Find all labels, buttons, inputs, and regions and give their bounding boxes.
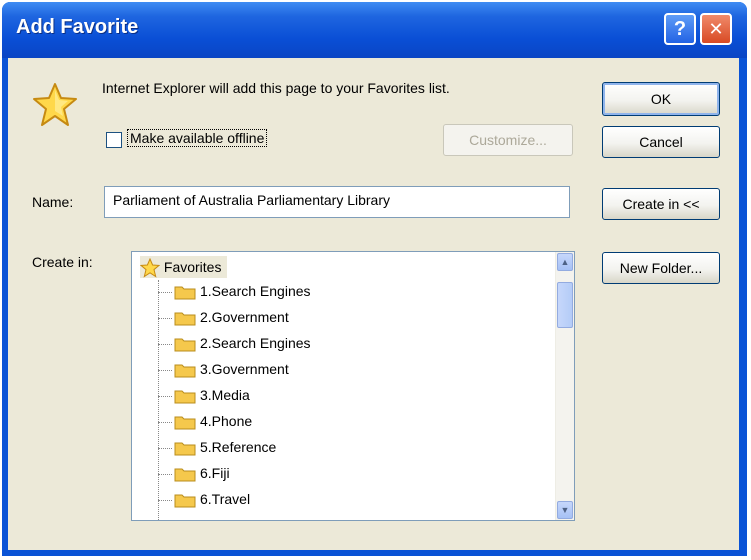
dialog-title: Add Favorite [16, 16, 139, 38]
folder-icon [174, 312, 196, 326]
scroll-up-icon[interactable]: ▲ [557, 253, 573, 271]
title-bar[interactable]: Add Favorite ? ✕ [2, 2, 747, 58]
new-folder-button[interactable]: New Folder... [602, 252, 720, 284]
tree-folder-label: 1.Search Engines [200, 283, 311, 299]
tree-scrollbar[interactable]: ▲ ▼ [555, 252, 574, 520]
tree-folder[interactable]: 2.Government [158, 304, 289, 330]
create-in-label: Create in: [32, 254, 93, 270]
tree-folder-label: 2.Search Engines [200, 335, 311, 351]
tree-folder-label: 6.Fiji [200, 465, 230, 481]
folder-icon [174, 364, 196, 378]
tree-folder[interactable]: 4.Phone [158, 408, 252, 434]
folder-icon [174, 338, 196, 352]
customize-button: Customize... [443, 124, 573, 156]
name-field[interactable]: Parliament of Australia Parliamentary Li… [104, 186, 570, 218]
tree-folder[interactable]: 3.Government [158, 356, 289, 382]
cancel-button[interactable]: Cancel [602, 126, 720, 158]
tree-folder[interactable]: 6.Fiji [158, 460, 230, 486]
tree-root-label: Favorites [163, 259, 222, 275]
tree-folder[interactable]: 1.Search Engines [158, 278, 311, 304]
tree-folder[interactable]: 5.Reference [158, 434, 276, 460]
favorites-star-icon [140, 258, 160, 278]
folder-icon [174, 286, 196, 300]
tree-folder[interactable]: 3.Media [158, 382, 250, 408]
favorites-star-icon [33, 83, 77, 126]
dialog-body: Internet Explorer will add this page to … [8, 58, 739, 550]
tree-root-favorites[interactable]: Favorites [140, 256, 228, 278]
info-message: Internet Explorer will add this page to … [102, 80, 450, 96]
tree-folder[interactable]: 2.Search Engines [158, 330, 311, 356]
name-label: Name: [32, 194, 74, 210]
folder-tree[interactable]: Favorites 1.Search Engines 2.Government … [131, 251, 575, 521]
tree-folder-label: 6.Travel [200, 491, 251, 507]
folder-icon [174, 442, 196, 456]
tree-folder-label: 5.Reference [200, 439, 277, 455]
tree-folder-label: 2.Government [200, 309, 289, 325]
folder-icon [174, 494, 196, 508]
help-icon[interactable]: ? [664, 13, 696, 45]
add-favorite-dialog: Add Favorite ? ✕ Internet Explorer will … [2, 2, 747, 556]
folder-icon [174, 468, 196, 482]
scroll-thumb[interactable] [557, 282, 573, 328]
ok-button[interactable]: OK [602, 82, 720, 116]
create-in-button[interactable]: Create in << [602, 188, 720, 220]
offline-checkbox[interactable] [106, 132, 122, 148]
tree-folder-label: 4.Phone [200, 413, 253, 429]
scroll-down-icon[interactable]: ▼ [557, 501, 573, 519]
tree-folder[interactable]: 6.Travel [158, 486, 250, 512]
folder-icon [174, 390, 196, 404]
tree-folder-label: 3.Government [200, 361, 289, 377]
offline-checkbox-label[interactable]: Make available offline [126, 129, 268, 147]
tree-folder-label: 3.Media [200, 387, 250, 403]
close-icon[interactable]: ✕ [700, 13, 732, 45]
folder-icon [174, 416, 196, 430]
